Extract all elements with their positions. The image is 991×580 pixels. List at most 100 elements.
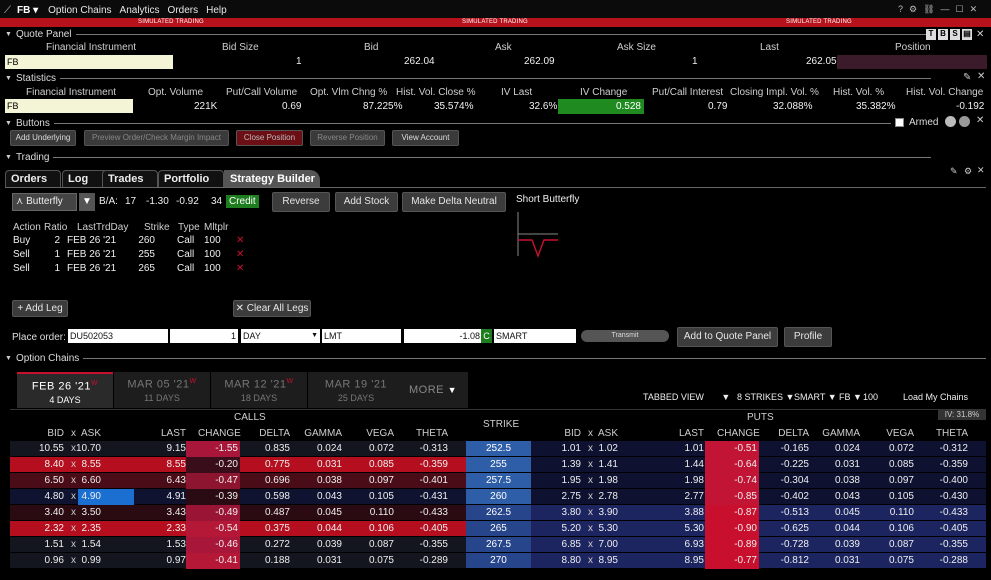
call-theta-cell[interactable]: -0.431 — [403, 489, 448, 505]
close-panel-icon[interactable]: ✕ — [977, 71, 985, 82]
put-delta-cell[interactable]: -0.225 — [764, 457, 809, 473]
strike-cell[interactable]: 267.5 — [466, 537, 531, 553]
call-last-cell[interactable]: 4.91 — [141, 489, 186, 505]
expiry-tab[interactable]: MAR 19 '21 25 DAYS — [308, 372, 404, 408]
call-ask-cell[interactable]: 4.90 — [56, 489, 101, 505]
strike-cell[interactable]: 270 — [466, 553, 531, 569]
collapse-triangle-icon[interactable]: ▼ — [5, 75, 12, 82]
call-change-cell[interactable]: -0.41 — [193, 553, 238, 569]
reverse-position-button[interactable]: Reverse Position — [310, 130, 385, 146]
clear-all-legs-button[interactable]: ✕ Clear All Legs — [233, 300, 311, 317]
put-col-header[interactable]: BID — [541, 428, 581, 439]
call-last-cell[interactable]: 3.43 — [141, 505, 186, 521]
call-last-cell[interactable]: 9.15 — [141, 441, 186, 457]
app-logo-icon[interactable]: ⟋ — [4, 5, 11, 16]
expiry-tab[interactable]: MAR 12 '21W 18 DAYS — [211, 372, 307, 408]
call-delta-cell[interactable]: 0.487 — [245, 505, 290, 521]
preview-order-button[interactable]: Preview Order/Check Margin Impact — [84, 130, 229, 146]
put-theta-cell[interactable]: -0.355 — [923, 537, 968, 553]
call-last-cell[interactable]: 0.97 — [141, 553, 186, 569]
call-change-cell[interactable]: -0.47 — [193, 473, 238, 489]
put-delta-cell[interactable]: -0.728 — [764, 537, 809, 553]
put-ask-cell[interactable]: 2.78 — [573, 489, 618, 505]
quote-instrument-field[interactable]: FB — [5, 55, 173, 69]
load-my-chains-button[interactable]: Load My Chains — [903, 392, 968, 402]
put-theta-cell[interactable]: -0.400 — [923, 473, 968, 489]
put-last-cell[interactable]: 2.77 — [659, 489, 704, 505]
close-icon[interactable]: ✕ — [970, 4, 978, 15]
option-chains-header[interactable]: ▼ Option Chains — [0, 352, 991, 365]
book-icon[interactable]: ▤ — [962, 29, 972, 40]
tab-trades[interactable]: Trades — [102, 170, 158, 188]
menu-help[interactable]: Help — [206, 5, 227, 16]
call-vega-cell[interactable]: 0.110 — [349, 505, 394, 521]
trade-icon[interactable]: T — [926, 29, 936, 40]
quote-panel-header[interactable]: ▼ Quote Panel — [0, 28, 991, 41]
call-change-cell[interactable]: -0.49 — [193, 505, 238, 521]
put-gamma-cell[interactable]: 0.044 — [815, 521, 860, 537]
put-vega-cell[interactable]: 0.105 — [869, 489, 914, 505]
call-col-header[interactable]: THETA — [408, 428, 448, 439]
stat-instrument-field[interactable]: FB — [5, 99, 133, 113]
quantity-input[interactable]: 1 — [170, 329, 238, 343]
call-vega-cell[interactable]: 0.087 — [349, 537, 394, 553]
strike-cell[interactable]: 262.5 — [466, 505, 531, 521]
add-to-quote-panel-button[interactable]: Add to Quote Panel — [677, 327, 778, 347]
transmit-button[interactable]: Transmit — [581, 330, 669, 342]
call-ask-cell[interactable]: 1.54 — [56, 537, 101, 553]
call-gamma-cell[interactable]: 0.024 — [297, 441, 342, 457]
profile-button[interactable]: Profile — [784, 327, 832, 347]
put-theta-cell[interactable]: -0.359 — [923, 457, 968, 473]
buttons-header[interactable]: ▼ Buttons — [0, 117, 991, 130]
call-delta-cell[interactable]: 0.775 — [245, 457, 290, 473]
view-selector[interactable]: TABBED VIEW ▼ — [643, 392, 730, 402]
put-theta-cell[interactable]: -0.312 — [923, 441, 968, 457]
put-theta-cell[interactable]: -0.430 — [923, 489, 968, 505]
order-type-input[interactable]: LMT — [322, 329, 401, 343]
call-vega-cell[interactable]: 0.105 — [349, 489, 394, 505]
put-col-header[interactable]: LAST — [664, 428, 704, 439]
armed-checkbox[interactable] — [895, 118, 904, 127]
call-change-cell[interactable]: -1.55 — [193, 441, 238, 457]
wrench-icon[interactable]: ✎ — [963, 72, 971, 83]
settings-icon[interactable]: ⚙ — [909, 4, 917, 15]
call-gamma-cell[interactable]: 0.031 — [297, 457, 342, 473]
put-last-cell[interactable]: 1.98 — [659, 473, 704, 489]
put-ask-cell[interactable]: 3.90 — [573, 505, 618, 521]
route-input[interactable]: SMART — [494, 329, 576, 343]
put-ask-cell[interactable]: 1.98 — [573, 473, 618, 489]
underlying-selector[interactable]: FB ▼ — [839, 392, 862, 402]
collapse-triangle-icon[interactable]: ▼ — [5, 31, 12, 38]
call-col-header[interactable]: ASK — [61, 428, 101, 439]
call-last-cell[interactable]: 2.33 — [141, 521, 186, 537]
close-position-button[interactable]: Close Position — [236, 130, 303, 146]
put-delta-cell[interactable]: -0.812 — [764, 553, 809, 569]
put-delta-cell[interactable]: -0.625 — [764, 521, 809, 537]
more-expiries-button[interactable]: MORE ▼ — [398, 372, 468, 408]
call-change-cell[interactable]: -0.54 — [193, 521, 238, 537]
add-leg-button[interactable]: + Add Leg — [12, 300, 68, 317]
reverse-button[interactable]: Reverse — [272, 192, 330, 212]
call-vega-cell[interactable]: 0.075 — [349, 553, 394, 569]
add-stock-button[interactable]: Add Stock — [335, 192, 398, 212]
call-theta-cell[interactable]: -0.405 — [403, 521, 448, 537]
call-ask-cell[interactable]: 8.55 — [56, 457, 101, 473]
put-col-header[interactable]: VEGA — [874, 428, 914, 439]
collapse-triangle-icon[interactable]: ▼ — [5, 120, 12, 127]
put-vega-cell[interactable]: 0.072 — [869, 441, 914, 457]
close-panel-icon[interactable]: ✕ — [976, 115, 984, 126]
call-theta-cell[interactable]: -0.289 — [403, 553, 448, 569]
call-gamma-cell[interactable]: 0.031 — [297, 553, 342, 569]
put-gamma-cell[interactable]: 0.045 — [815, 505, 860, 521]
put-last-cell[interactable]: 3.88 — [659, 505, 704, 521]
call-gamma-cell[interactable]: 0.044 — [297, 521, 342, 537]
call-col-header[interactable]: BID — [24, 428, 64, 439]
expiry-tab[interactable]: MAR 05 '21W 11 DAYS — [114, 372, 210, 408]
call-vega-cell[interactable]: 0.106 — [349, 521, 394, 537]
put-change-cell[interactable]: -0.77 — [712, 553, 757, 569]
put-ask-cell[interactable]: 7.00 — [573, 537, 618, 553]
menu-analytics[interactable]: Analytics — [120, 5, 160, 16]
put-ask-cell[interactable]: 1.02 — [573, 441, 618, 457]
put-change-cell[interactable]: -0.64 — [712, 457, 757, 473]
call-delta-cell[interactable]: 0.696 — [245, 473, 290, 489]
